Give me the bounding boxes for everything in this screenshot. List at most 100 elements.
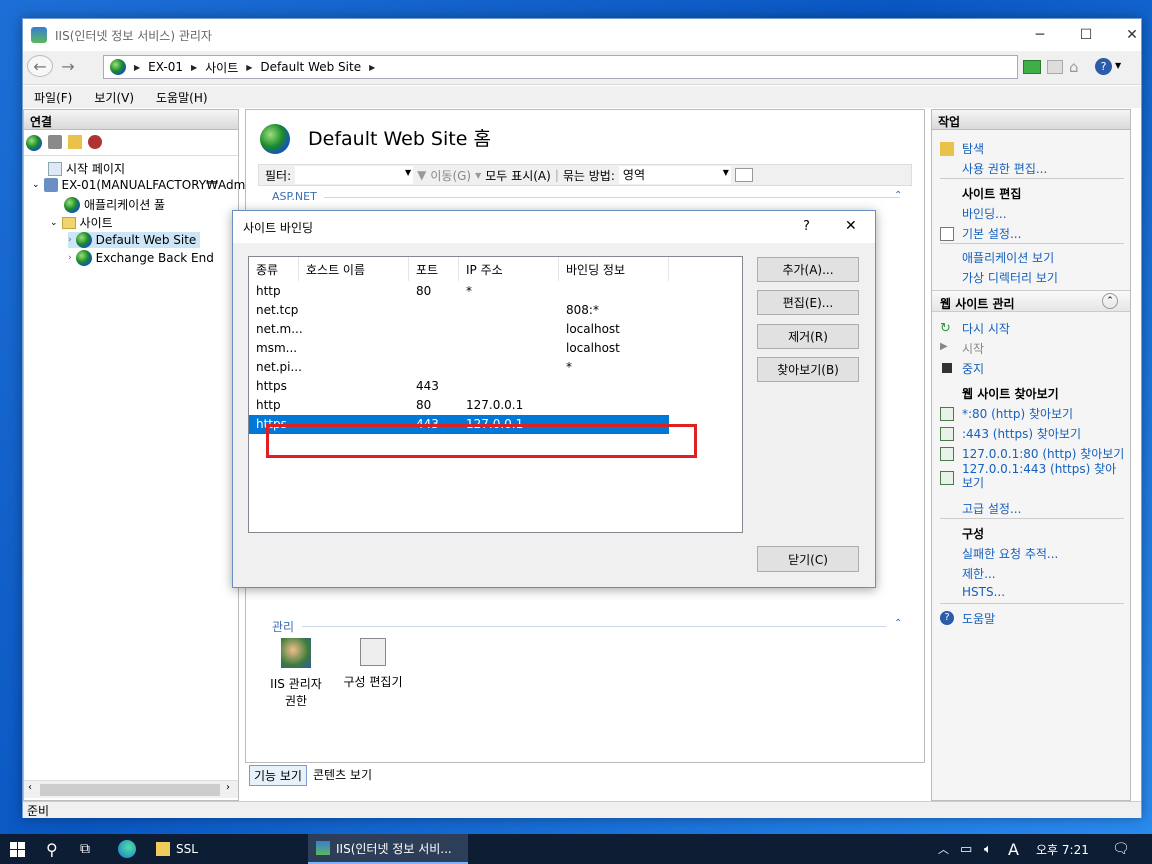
refresh-icon[interactable] [1023,60,1041,74]
browse-local-https[interactable]: 127.0.0.1:443 (https) 찾아보기 [962,462,1122,490]
start-button[interactable] [10,834,25,864]
taskbar-ssl-folder[interactable]: SSL [156,834,198,864]
collapse-icon[interactable]: ⌃ [894,618,902,629]
tree-default-web-site[interactable]: › Default Web Site [68,232,201,248]
tree-exchange-back-end[interactable]: › Exchange Back End [68,250,214,266]
view-icon[interactable] [734,168,753,182]
column-type[interactable]: 종류 [249,257,299,281]
taskbar-iis[interactable]: IIS(인터넷 정보 서비... [308,834,468,864]
binding-row[interactable]: net.pi... * [249,358,669,377]
binding-row[interactable]: net.tcp 808:* [249,301,669,320]
config-editor-icon [360,638,386,666]
tree-app-pools[interactable]: 애플리케이션 풀 [64,196,165,213]
browse-http-80[interactable]: *:80 (http) 찾아보기 [962,405,1073,422]
breadcrumb-server[interactable]: EX-01 [148,60,183,74]
action-failed-request-tracing[interactable]: 실패한 요청 추적... [962,545,1058,562]
up-folder-icon[interactable] [68,135,82,149]
help-icon[interactable]: ? [1095,58,1112,75]
browse-https-443[interactable]: :443 (https) 찾아보기 [962,425,1081,442]
collapse-icon[interactable]: ⌃ [894,190,902,201]
show-all-button[interactable]: 모두 표시(A) [485,167,551,184]
minimize-button[interactable]: ─ [1017,19,1063,51]
save-icon[interactable] [48,135,62,149]
action-hsts[interactable]: HSTS... [962,585,1005,599]
network-icon[interactable]: ▭ [960,834,972,864]
action-restart[interactable]: 다시 시작 [962,320,1010,337]
horizontal-scrollbar[interactable]: ‹ › [24,780,238,798]
action-limits[interactable]: 제한... [962,565,996,582]
action-edit-permissions[interactable]: 사용 권한 편집... [962,160,1047,177]
filter-input[interactable]: ▼ [295,166,414,184]
tab-content-view[interactable]: 콘텐츠 보기 [309,765,376,786]
search-icon[interactable]: ⚲ [46,834,58,864]
column-host-name[interactable]: 호스트 이름 [299,257,409,281]
binding-cell: net.pi... [256,360,302,374]
browse-local-http[interactable]: 127.0.0.1:80 (http) 찾아보기 [962,445,1124,462]
connect-icon[interactable] [26,135,42,151]
tree-sites[interactable]: ⌄ 사이트 [50,214,113,231]
volume-icon[interactable]: 🔈︎ [984,834,992,864]
chevron-down-icon[interactable]: ▼ [1115,61,1121,70]
menu-help[interactable]: 도움말(H) [145,89,219,106]
forward-button[interactable]: → [55,55,81,77]
disconnect-icon[interactable] [88,135,102,149]
add-button[interactable]: 추가(A)... [757,257,859,282]
collapse-icon[interactable]: ⌃ [1102,293,1118,309]
action-view-virtual-dirs[interactable]: 가상 디렉터리 보기 [962,269,1058,286]
clock[interactable]: 오후 7:21 [1036,834,1089,864]
binding-row[interactable]: http 80 * [249,282,669,301]
breadcrumb-sites[interactable]: 사이트 [205,59,238,76]
menu-view[interactable]: 보기(V) [83,89,145,106]
address-bar[interactable]: ▶ EX-01 ▶ 사이트 ▶ Default Web Site ▶ [103,55,1018,79]
breadcrumb-site[interactable]: Default Web Site [260,60,361,74]
go-button[interactable]: 이동(G) [430,167,471,184]
column-port[interactable]: 포트 [409,257,459,281]
dialog-close-button[interactable]: 닫기(C) [757,546,859,572]
edit-button[interactable]: 편집(E)... [757,290,859,315]
notification-icon[interactable]: 🗨︎ [1112,834,1130,864]
action-advanced-settings[interactable]: 고급 설정... [962,500,1021,517]
back-button[interactable]: ← [27,55,53,77]
column-binding-info[interactable]: 바인딩 정보 [559,257,669,281]
tab-features-view[interactable]: 기능 보기 [249,765,307,786]
browse-button[interactable]: 찾아보기(B) [757,357,859,382]
tree-server[interactable]: ⌄ EX-01(MANUALFACTORY₩Adm [32,178,245,192]
task-view-icon[interactable]: ⧉ [80,834,90,864]
dialog-close-icon[interactable]: ✕ [845,218,857,234]
help-icon: ? [940,611,954,625]
taskbar: ⚲ ⧉ SSL IIS(인터넷 정보 서비... ︿ ▭ 🔈︎ A 오후 7:2… [0,834,1152,864]
chevron-up-icon[interactable]: ︿ [938,834,949,864]
action-bindings[interactable]: 바인딩... [962,205,1007,222]
remove-button[interactable]: 제거(R) [757,324,859,349]
ime-indicator[interactable]: A [1008,834,1019,864]
stop-icon[interactable] [1047,60,1063,74]
action-view-applications[interactable]: 애플리케이션 보기 [962,249,1054,266]
column-ip-address[interactable]: IP 주소 [459,257,559,281]
action-help[interactable]: 도움말 [962,610,995,627]
binding-row[interactable]: net.m... localhost [249,320,669,339]
group-by-select[interactable]: 영역 ▼ [618,166,731,184]
binding-cell: https [256,379,287,393]
binding-row[interactable]: https 443 [249,377,669,396]
action-stop[interactable]: 중지 [962,360,984,377]
chevron-right-icon: ▶ [134,62,141,72]
dialog-help-button[interactable]: ? [803,219,810,234]
chevron-right-icon: › [68,235,72,245]
edge-icon[interactable] [118,834,136,864]
close-button[interactable]: ✕ [1109,19,1152,51]
iis-manager-permissions[interactable]: IIS 관리자 권한 [266,638,326,709]
bindings-list[interactable]: 종류 호스트 이름 포트 IP 주소 바인딩 정보 http 80 * net.tcp… [248,256,743,533]
maximize-button[interactable]: ☐ [1063,19,1109,51]
configuration-editor[interactable]: 구성 편집기 [338,638,408,690]
binding-cell: 808:* [566,303,599,317]
menu-file[interactable]: 파일(F) [23,89,83,106]
website-icon [75,250,92,266]
app-pool-icon [64,196,80,213]
action-basic-settings[interactable]: 기본 설정... [962,225,1021,242]
home-icon[interactable]: ⌂ [1069,58,1079,76]
binding-row[interactable]: http 80 127.0.0.1 [249,396,669,415]
browse-icon [940,407,954,421]
action-explore[interactable]: 탐색 [962,140,984,157]
binding-row[interactable]: msm... localhost [249,339,669,358]
tree-start-page[interactable]: 시작 페이지 [48,160,125,177]
